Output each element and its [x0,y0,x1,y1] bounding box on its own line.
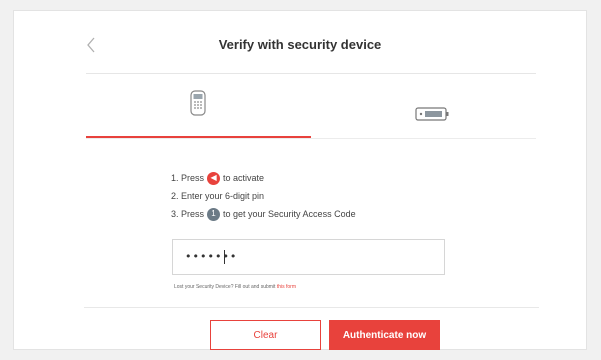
card-reader-icon [415,107,449,121]
instruction-step-3: 3. Press 1 to get your Security Access C… [171,207,356,221]
divider [84,307,539,308]
header: Verify with security device [14,11,586,71]
tab-card-reader[interactable] [311,74,536,138]
instruction-step-1: 1. Press ◀ to activate [171,171,265,185]
authenticate-button[interactable]: Authenticate now [329,320,440,350]
verification-card: Verify with security device 1. Press ◀ t… [13,10,587,350]
power-button-icon: ◀ [207,171,221,185]
pin-input[interactable]: ••••••• [172,239,445,275]
text-caret [224,250,225,264]
instructions: 1. Press ◀ to activate 2. Enter your 6-d… [171,169,356,223]
lost-device-form-link[interactable]: this form [277,284,296,290]
security-token-icon [190,90,206,116]
pin-value: ••••••• [185,250,238,263]
device-tabs [86,73,536,139]
page-title: Verify with security device [218,37,382,52]
instruction-step-2: 2. Enter your 6-digit pin [171,191,265,201]
clear-button[interactable]: Clear [210,320,321,350]
tab-security-token[interactable] [86,74,311,138]
divider [86,138,536,139]
token-button-icon: 1 [207,207,221,221]
lost-device-note: Lost your Security Device? Fill out and … [174,284,296,290]
